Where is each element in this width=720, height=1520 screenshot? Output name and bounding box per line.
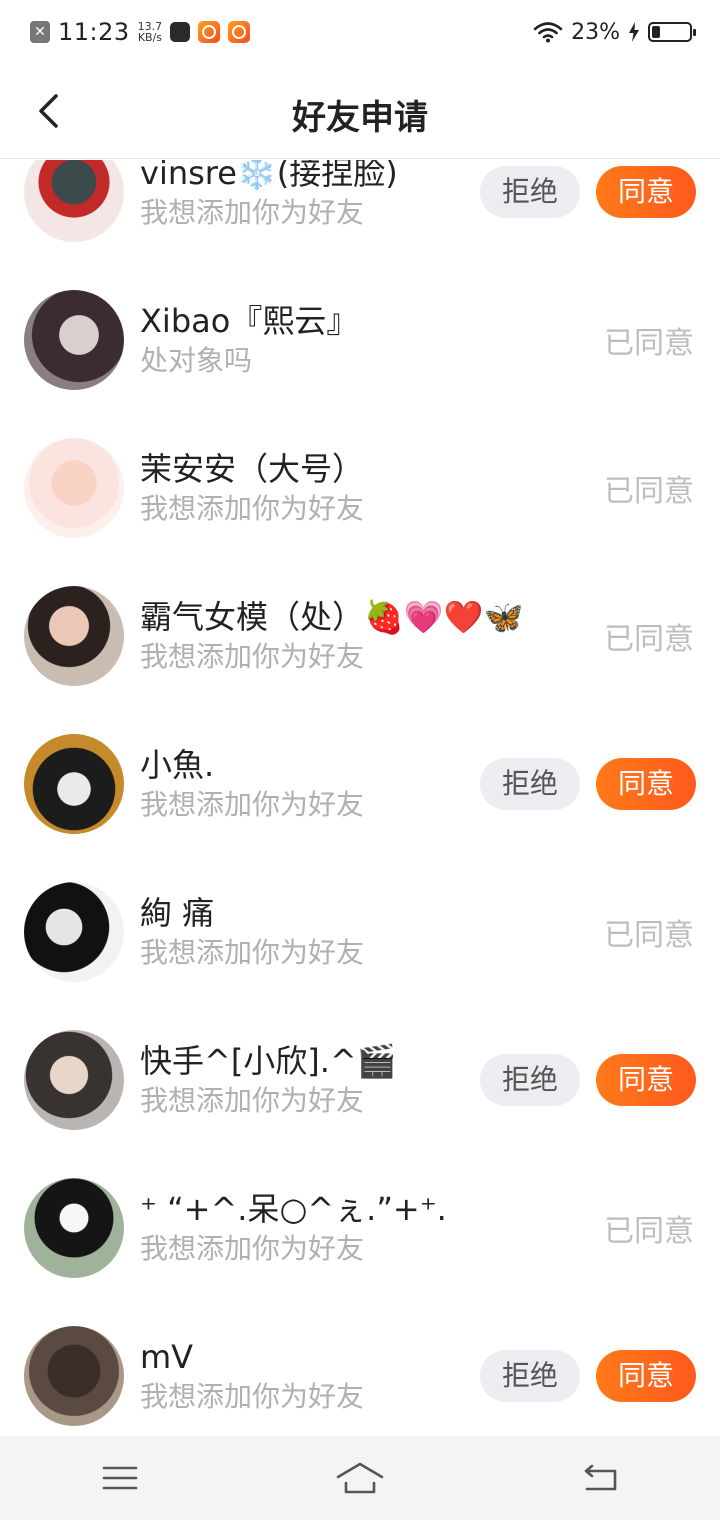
- friend-requests-screen: ✕ 11:23 13.7 KB/s 23% 好友申请 vinsre❄️(接捏脸)…: [0, 0, 720, 1520]
- request-message: 处对象吗: [140, 344, 253, 377]
- friend-request-row[interactable]: Xibao『熙云』 处对象吗 已同意: [0, 266, 720, 414]
- requester-name[interactable]: mV: [140, 1336, 364, 1378]
- requester-name[interactable]: 絢 痛: [140, 892, 364, 934]
- app-square-icon: [170, 22, 191, 42]
- accepted-status: 已同意: [604, 918, 694, 953]
- close-notification-icon: ✕: [30, 21, 50, 43]
- request-info: vinsre❄️(接捏脸) 我想添加你为好友: [140, 160, 398, 232]
- battery-fill: [652, 26, 660, 38]
- friend-request-row[interactable]: mV 我想添加你为好友 拒绝 同意: [0, 1302, 720, 1436]
- accepted-status: 已同意: [604, 622, 694, 657]
- request-info: mV 我想添加你为好友: [140, 1336, 364, 1416]
- home-icon: [336, 1462, 384, 1494]
- avatar[interactable]: [24, 1030, 124, 1130]
- request-actions: 已同意: [604, 266, 696, 414]
- avatar[interactable]: [24, 586, 124, 686]
- reject-button[interactable]: 拒绝: [480, 166, 580, 218]
- charging-icon: [629, 22, 639, 42]
- avatar[interactable]: [24, 1178, 124, 1278]
- friend-request-list[interactable]: vinsre❄️(接捏脸) 我想添加你为好友 拒绝 同意 Xibao『熙云』 处对象吗 已同…: [0, 160, 720, 1436]
- friend-request-row[interactable]: 茉安安（大号） 我想添加你为好友 已同意: [0, 414, 720, 562]
- kuaishou-app-icon: [228, 21, 251, 43]
- request-actions: 拒绝 同意: [480, 1006, 696, 1154]
- network-speed-unit: KB/s: [137, 31, 163, 44]
- request-message: 我想添加你为好友: [140, 492, 365, 525]
- requester-name[interactable]: 小魚.: [140, 744, 364, 786]
- back-nav-button[interactable]: [560, 1448, 640, 1508]
- header: 好友申请: [0, 64, 720, 159]
- reject-button[interactable]: 拒绝: [480, 1350, 580, 1402]
- friend-request-row[interactable]: 霸气女模（处）🍓💗❤️🦋 我想添加你为好友 已同意: [0, 562, 720, 710]
- friend-request-row[interactable]: 絢 痛我想添加你为好友 已同意: [0, 858, 720, 1006]
- request-actions: 已同意: [604, 414, 696, 562]
- system-nav-bar: [0, 1436, 720, 1520]
- request-actions: 已同意: [604, 562, 696, 710]
- requester-name[interactable]: 霸气女模（处）🍓💗❤️🦋: [140, 596, 523, 638]
- battery-percent: 23%: [571, 19, 620, 45]
- avatar[interactable]: [24, 438, 124, 538]
- request-message: 我想添加你为好友: [140, 788, 365, 821]
- avatar[interactable]: [24, 734, 124, 834]
- request-message: 我想添加你为好友: [140, 1084, 365, 1117]
- request-actions: 拒绝 同意: [480, 160, 696, 266]
- request-info: 快手^[小欣].^🎬 我想添加你为好友: [140, 1040, 397, 1120]
- request-actions: 拒绝 同意: [480, 710, 696, 858]
- requester-name[interactable]: 快手^[小欣].^🎬: [140, 1040, 397, 1082]
- accepted-status: 已同意: [604, 1214, 694, 1249]
- request-info: 霸气女模（处）🍓💗❤️🦋 我想添加你为好友: [140, 596, 523, 676]
- kuaishou-app-icon: [198, 21, 221, 43]
- friend-request-row[interactable]: 小魚. 我想添加你为好友 拒绝 同意: [0, 710, 720, 858]
- request-info: ⁺ “+^.呆○^ぇ.”+⁺. 我想添加你为好友: [140, 1188, 447, 1268]
- accept-button[interactable]: 同意: [596, 1054, 696, 1106]
- request-info: 小魚. 我想添加你为好友: [140, 744, 364, 824]
- accept-button[interactable]: 同意: [596, 1350, 696, 1402]
- accepted-status: 已同意: [604, 474, 694, 509]
- home-button[interactable]: [320, 1448, 400, 1508]
- page-title: 好友申请: [292, 98, 428, 138]
- request-info: Xibao『熙云』 处对象吗: [140, 300, 358, 380]
- friend-request-row[interactable]: 快手^[小欣].^🎬 我想添加你为好友 拒绝 同意: [0, 1006, 720, 1154]
- back-icon: [584, 1464, 617, 1491]
- requester-name[interactable]: vinsre❄️(接捏脸): [140, 160, 398, 194]
- request-actions: 已同意: [604, 1154, 696, 1302]
- accepted-status: 已同意: [604, 326, 694, 361]
- friend-request-row[interactable]: ⁺ “+^.呆○^ぇ.”+⁺. 我想添加你为好友 已同意: [0, 1154, 720, 1302]
- request-info: 絢 痛我想添加你为好友: [140, 892, 364, 972]
- requester-name[interactable]: ⁺ “+^.呆○^ぇ.”+⁺.: [140, 1188, 447, 1230]
- wifi-icon: [533, 22, 563, 43]
- reject-button[interactable]: 拒绝: [480, 1054, 580, 1106]
- request-message: 我想添加你为好友: [140, 640, 365, 673]
- status-bar-left: ✕ 11:23 13.7 KB/s: [30, 18, 251, 46]
- request-message: 我想添加你为好友: [140, 936, 365, 969]
- menu-icon: [102, 1466, 138, 1490]
- status-time: 11:23: [58, 18, 130, 46]
- requester-name[interactable]: 茉安安（大号）: [140, 448, 364, 490]
- avatar[interactable]: [24, 160, 124, 242]
- network-speed: 13.7 KB/s: [138, 21, 163, 43]
- status-bar-right: 23%: [533, 19, 696, 45]
- avatar[interactable]: [24, 1326, 124, 1426]
- request-actions: 已同意: [604, 858, 696, 1006]
- menu-button[interactable]: [80, 1448, 160, 1508]
- friend-request-list-inner: vinsre❄️(接捏脸) 我想添加你为好友 拒绝 同意 Xibao『熙云』 处对象吗 已同…: [0, 160, 720, 1436]
- battery-icon: [648, 22, 696, 42]
- request-message: 我想添加你为好友: [140, 196, 365, 229]
- request-actions: 拒绝 同意: [480, 1302, 696, 1436]
- request-message: 我想添加你为好友: [140, 1232, 365, 1265]
- avatar[interactable]: [24, 882, 124, 982]
- friend-request-row[interactable]: vinsre❄️(接捏脸) 我想添加你为好友 拒绝 同意: [0, 160, 720, 266]
- avatar[interactable]: [24, 290, 124, 390]
- accept-button[interactable]: 同意: [596, 166, 696, 218]
- request-message: 我想添加你为好友: [140, 1380, 365, 1413]
- status-bar: ✕ 11:23 13.7 KB/s 23%: [0, 0, 720, 64]
- request-info: 茉安安（大号） 我想添加你为好友: [140, 448, 364, 528]
- accept-button[interactable]: 同意: [596, 758, 696, 810]
- reject-button[interactable]: 拒绝: [480, 758, 580, 810]
- requester-name[interactable]: Xibao『熙云』: [140, 300, 358, 342]
